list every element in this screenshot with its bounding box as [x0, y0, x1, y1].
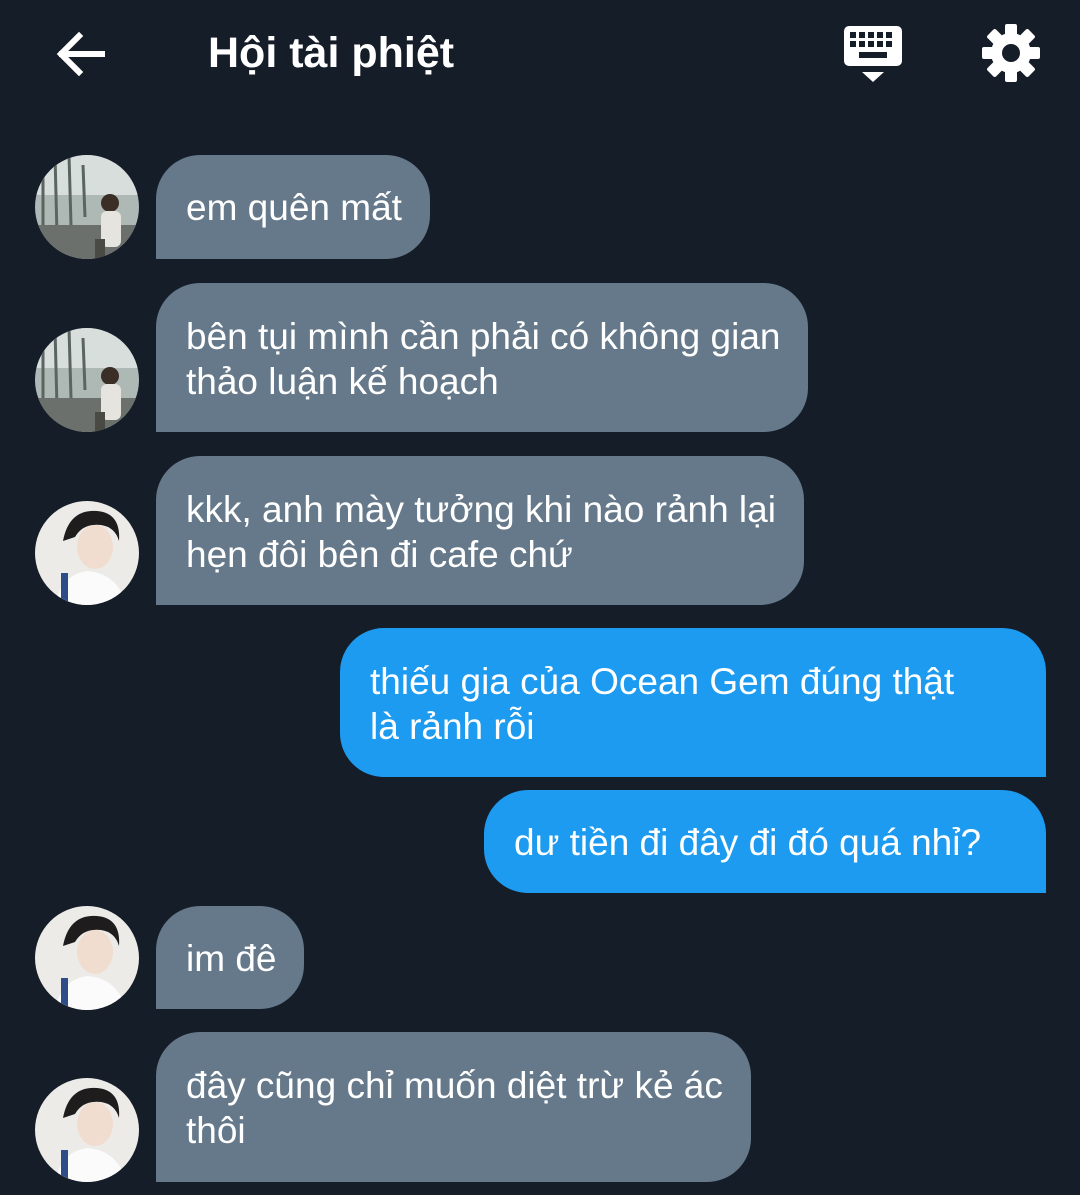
message-text: đây cũng chỉ muốn diệt trừ kẻ ác — [186, 1065, 723, 1106]
gear-icon — [982, 24, 1040, 82]
avatar-airport[interactable] — [35, 155, 139, 259]
message-text: thảo luận kế hoạch — [186, 361, 499, 402]
settings-button[interactable] — [980, 22, 1042, 84]
avatar-portrait[interactable] — [35, 906, 139, 1010]
message-text: bên tụi mình cần phải có không gian — [186, 316, 781, 357]
message-text: em quên mất — [186, 187, 402, 228]
message-text: im đê — [186, 938, 277, 979]
message-bubble[interactable]: em quên mất — [156, 155, 430, 259]
keyboard-button[interactable] — [842, 24, 904, 84]
message-text: thiếu gia của Ocean Gem đúng thật — [370, 661, 955, 702]
top-bar: Hội tài phiệt — [0, 0, 1080, 105]
message-text: hẹn đôi bên đi cafe chứ — [186, 534, 573, 575]
message-bubble[interactable]: đây cũng chỉ muốn diệt trừ kẻ ác thôi — [156, 1032, 751, 1182]
message-bubble[interactable]: bên tụi mình cần phải có không gian thảo… — [156, 283, 809, 432]
message-bubble-outgoing[interactable]: thiếu gia của Ocean Gem đúng thật là rản… — [340, 628, 1046, 777]
message-bubble[interactable]: im đê — [156, 906, 305, 1009]
message-text: dư tiền đi đây đi đó quá nhỉ? — [514, 822, 982, 863]
message-text: kkk, anh mày tưởng khi nào rảnh lại — [186, 489, 776, 530]
arrow-left-icon — [56, 31, 105, 77]
conversation-title: Hội tài phiệt — [208, 29, 455, 77]
back-button[interactable] — [52, 26, 108, 82]
avatar-portrait[interactable] — [35, 501, 139, 605]
message-bubble-outgoing[interactable]: dư tiền đi đây đi đó quá nhỉ? — [484, 790, 1046, 893]
message-text: thôi — [186, 1110, 246, 1151]
avatar-airport[interactable] — [35, 328, 139, 432]
message-text: là rảnh rỗi — [370, 706, 535, 747]
keyboard-icon — [844, 26, 902, 82]
avatar-portrait[interactable] — [35, 1078, 139, 1182]
message-bubble[interactable]: kkk, anh mày tưởng khi nào rảnh lại hẹn … — [156, 456, 804, 605]
